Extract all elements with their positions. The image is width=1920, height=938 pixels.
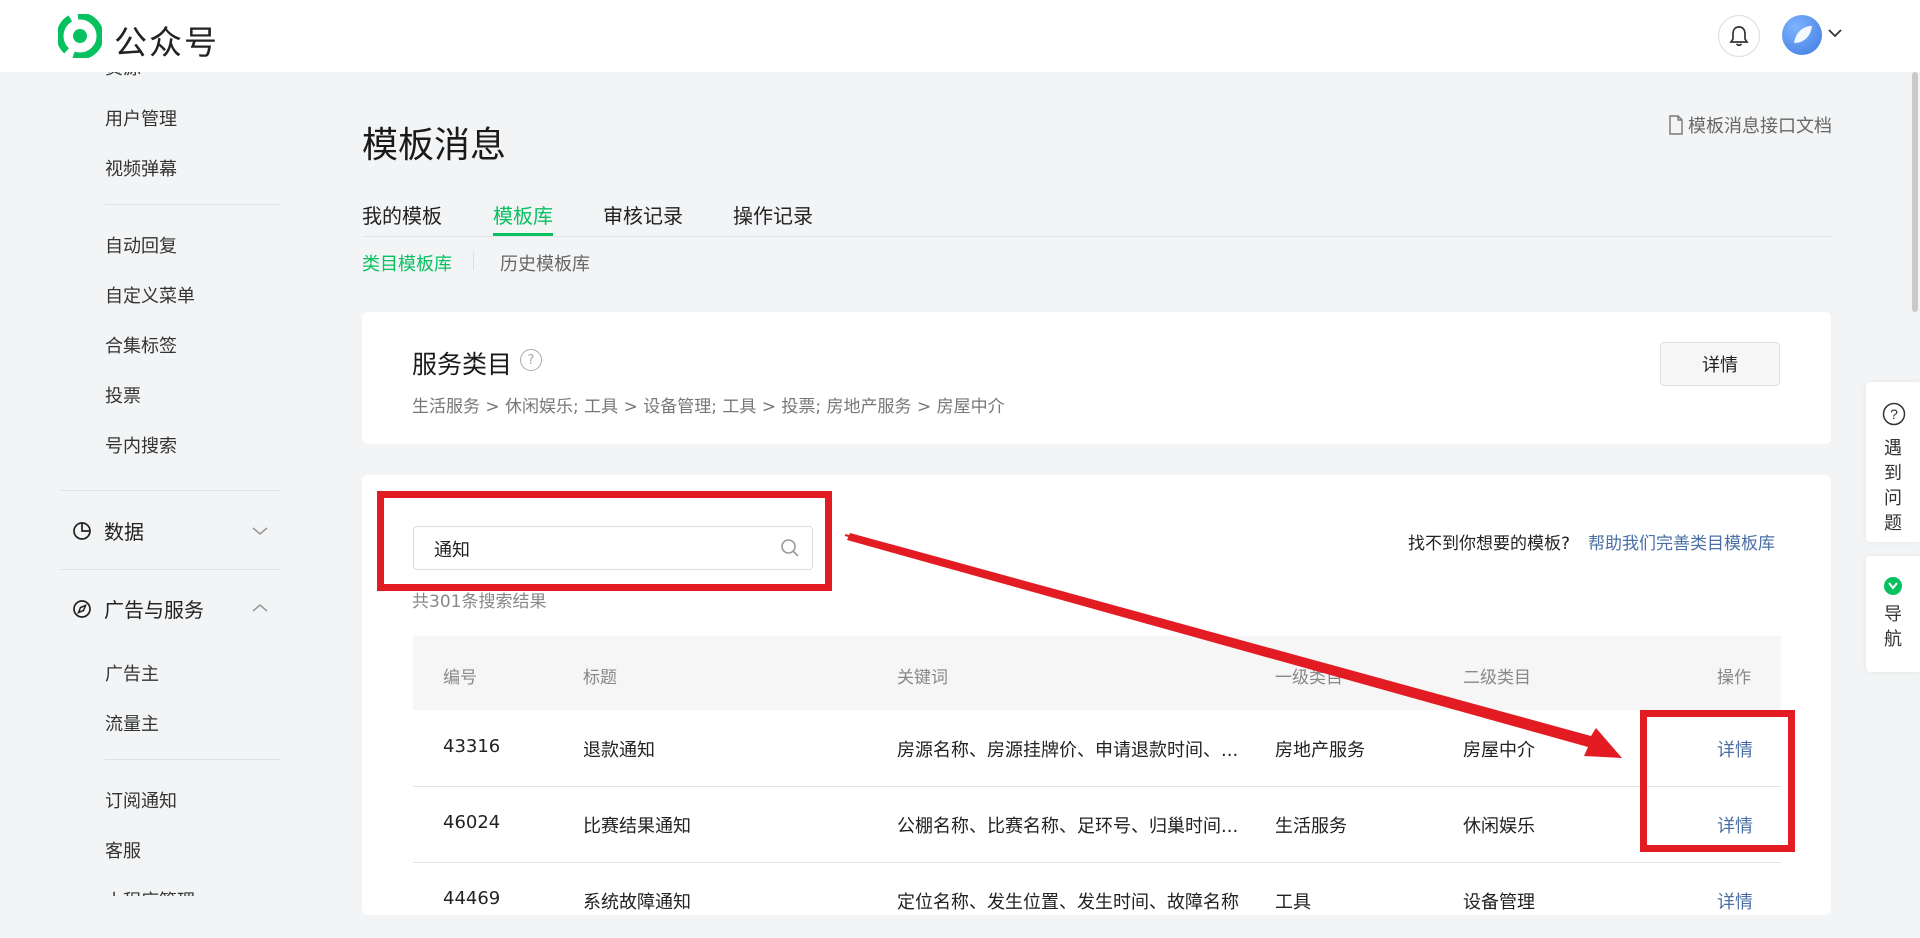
question-circle-icon: ?: [1882, 402, 1906, 426]
wechat-mp-logo-icon[interactable]: [58, 14, 102, 58]
app-name[interactable]: 公众号: [114, 16, 219, 64]
chevron-down-icon[interactable]: [1828, 28, 1842, 38]
help-float-char: 问: [1884, 488, 1902, 509]
notification-button[interactable]: [1718, 15, 1760, 57]
annotation-arrow: [844, 533, 1622, 758]
help-float-char: 到: [1884, 463, 1902, 484]
svg-text:?: ?: [1890, 406, 1898, 422]
page-scrollbar[interactable]: [1912, 72, 1918, 312]
nav-float-char: 导: [1884, 604, 1902, 625]
help-float-char: 题: [1884, 513, 1902, 534]
leaf-icon: [1794, 26, 1812, 43]
nav-float-char: 航: [1884, 629, 1902, 650]
top-bar: 公众号: [0, 0, 1920, 72]
nav-float-button[interactable]: 导 航: [1866, 556, 1920, 672]
user-avatar[interactable]: [1782, 15, 1822, 55]
bell-icon: [1729, 26, 1749, 47]
nav-badge-icon: [1884, 577, 1902, 595]
help-float-button[interactable]: ? 遇 到 问 题: [1866, 382, 1920, 542]
help-float-char: 遇: [1884, 438, 1902, 459]
